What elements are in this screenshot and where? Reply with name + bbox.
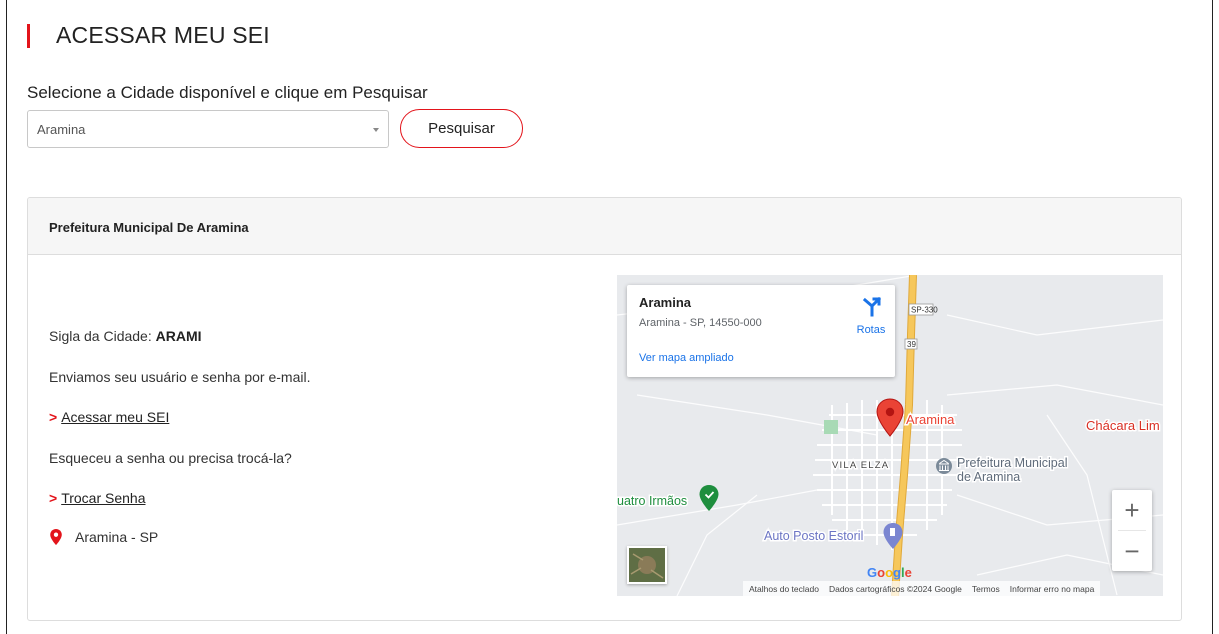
directions-button[interactable]: Rotas [854,296,888,336]
city-code-value: ARAMI [155,328,202,344]
access-sei-link-row: > Acessar meu SEI [49,409,169,425]
city-result-card: Prefeitura Municipal De Aramina Sigla da… [27,197,1182,621]
map-info-title: Aramina [639,295,692,310]
satellite-thumbnail-icon [629,548,665,582]
city-select-value: Aramina [37,122,86,137]
keyboard-shortcuts-link[interactable]: Atalhos do teclado [749,584,819,594]
map-zoom-controls: + − [1112,490,1152,571]
map-label-prefeitura-line1: Prefeitura Municipal [957,456,1067,470]
city-code-line: Sigla da Cidade: ARAMI [49,328,202,344]
search-button[interactable]: Pesquisar [400,109,523,148]
map-info-window: Aramina Aramina - SP, 14550-000 Ver mapa… [627,285,895,377]
map-data-attribution: Dados cartográficos ©2024 Google [828,583,962,594]
map-pin-icon [50,529,62,545]
google-logo: Google [867,565,912,580]
view-larger-map-link[interactable]: Ver mapa ampliado [639,352,734,364]
access-sei-link[interactable]: Acessar meu SEI [61,409,169,425]
dropdown-arrow-icon [373,128,379,132]
satellite-view-toggle[interactable] [627,546,667,584]
embedded-map[interactable]: SP-330 39 Aramina Chácara Lim VILA ELZA … [617,275,1163,596]
forgot-password-question: Esqueceu a senha ou precisa trocá-la? [49,450,292,466]
city-select[interactable]: Aramina [27,110,389,148]
road-shield-sp330: SP-330 [911,306,938,315]
government-building-icon [936,458,952,474]
change-password-link[interactable]: Trocar Senha [61,490,145,506]
directions-label: Rotas [856,324,886,336]
map-info-address: Aramina - SP, 14550-000 [639,317,762,329]
map-label-quatro-irmaos: uatro Irmãos [617,494,687,508]
title-accent-bar [27,24,30,48]
map-label-aramina: Aramina [906,412,955,427]
city-selection-prompt: Selecione a Cidade disponível e clique e… [27,83,428,102]
map-label-chacara: Chácara Lim [1086,418,1160,433]
map-label-auto-posto: Auto Posto Estoril [764,529,863,543]
chevron-right-icon: > [49,490,58,506]
change-password-link-row: > Trocar Senha [49,490,146,506]
card-title: Prefeitura Municipal De Aramina [49,220,249,235]
directions-icon [862,296,882,317]
terms-link[interactable]: Termos [972,584,1000,594]
zoom-out-button[interactable]: − [1112,531,1152,571]
chevron-right-icon: > [49,409,58,425]
email-note: Enviamos seu usuário e senha por e-mail. [49,369,311,385]
city-location: Aramina - SP [49,529,158,545]
city-code-label: Sigla da Cidade: [49,328,152,344]
report-map-error-link[interactable]: Informar erro no mapa [1010,584,1095,594]
page-title: ACESSAR MEU SEI [56,22,270,48]
map-label-prefeitura-line2: de Aramina [957,470,1020,484]
map-attribution-bar: Atalhos do teclado Dados cartográficos ©… [743,581,1101,596]
zoom-in-button[interactable]: + [1112,490,1152,530]
card-header: Prefeitura Municipal De Aramina [28,198,1181,255]
road-shield-39: 39 [907,340,916,349]
city-location-text: Aramina - SP [75,529,159,545]
map-label-vila-elza: VILA ELZA [832,460,889,471]
